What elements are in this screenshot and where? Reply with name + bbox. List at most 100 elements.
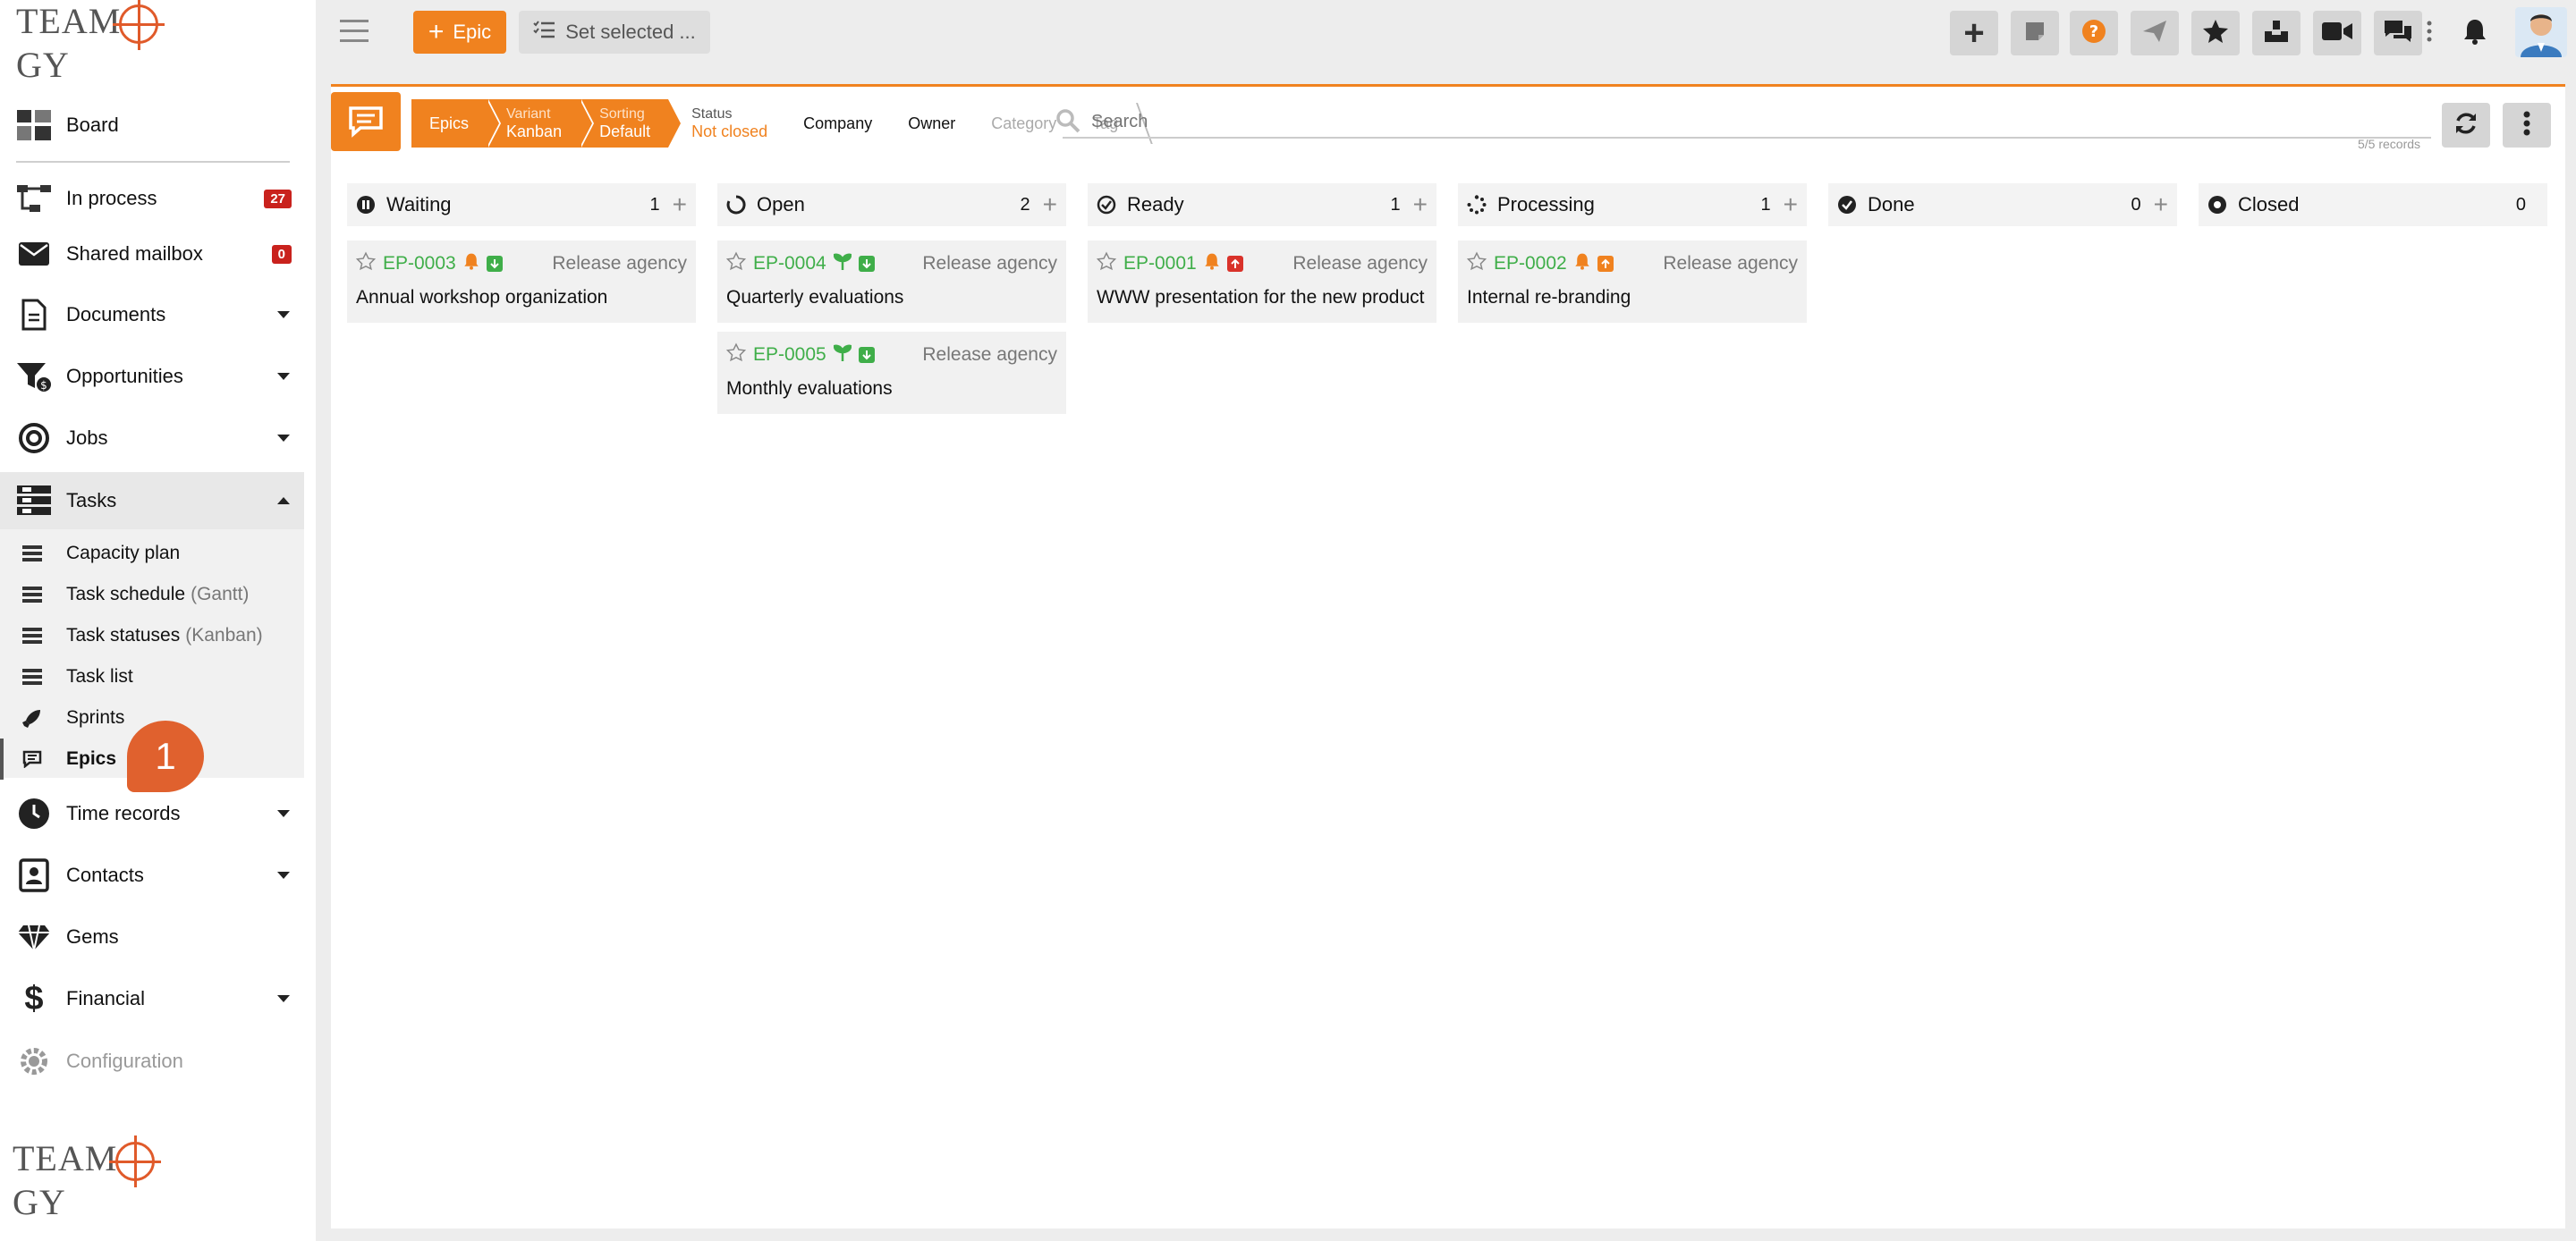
priority-low-icon [486, 256, 503, 272]
add-button[interactable]: + [1950, 11, 1998, 55]
card-code: EP-0002 [1494, 253, 1567, 274]
star-outline-icon[interactable] [1096, 251, 1117, 276]
more-options-button[interactable] [2419, 11, 2440, 55]
panel-menu-button[interactable] [2503, 103, 2551, 148]
sidebar-item-jobs[interactable]: Jobs [0, 409, 304, 467]
inbox-button[interactable] [2252, 11, 2301, 55]
sidebar-item-in-process[interactable]: In process 27 [0, 170, 304, 227]
chevron-down-icon[interactable] [277, 810, 290, 817]
column-title: Waiting [386, 193, 452, 215]
help-button[interactable]: ? [2070, 11, 2118, 55]
bell-icon [1574, 252, 1590, 275]
sidebar-item-tasks[interactable]: Tasks [0, 472, 304, 529]
crumb-status[interactable]: Status Not closed [668, 99, 786, 148]
user-avatar[interactable] [2515, 7, 2567, 57]
sidebar-item-time-records[interactable]: Time records [0, 785, 304, 842]
menu-toggle-button[interactable] [340, 20, 369, 45]
sidebar-item-shared-mailbox[interactable]: Shared mailbox 0 [0, 225, 304, 283]
list-stack-icon [21, 625, 43, 646]
priority-medium-icon [1597, 256, 1614, 272]
send-button[interactable] [2131, 11, 2179, 55]
refresh-button[interactable] [2442, 103, 2490, 148]
bell-icon [2462, 18, 2487, 49]
column-title: Closed [2238, 193, 2300, 215]
card-code: EP-0004 [753, 253, 826, 274]
crumb-status-label: Status [691, 106, 733, 122]
kanban-column-done: Done 0 + [1828, 183, 2177, 226]
sidebar-item-financial[interactable]: $ Financial [0, 970, 304, 1027]
kanban-card[interactable]: EP-0002 Release agency Internal re-brand… [1458, 241, 1807, 323]
add-card-button[interactable]: + [1413, 192, 1428, 217]
list-stack-icon [21, 543, 43, 564]
card-title: Monthly evaluations [726, 378, 893, 399]
crumb-owner[interactable]: Owner [890, 99, 974, 148]
filter-breadcrumb: Epics Variant Kanban Sorting Default Sta… [411, 99, 1137, 148]
sidebar-item-opportunities[interactable]: $ Opportunities [0, 348, 304, 405]
submenu-item-capacity-plan[interactable]: Capacity plan [0, 533, 304, 574]
submenu-item-task-list[interactable]: Task list [0, 656, 304, 697]
kebab-icon [2427, 21, 2432, 46]
card-agency: Release agency [922, 344, 1057, 365]
crumb-company-label: Company [803, 114, 873, 132]
search-bar [1056, 106, 2431, 139]
star-outline-icon[interactable] [725, 342, 747, 367]
kanban-card[interactable]: EP-0001 Release agency WWW presentation … [1088, 241, 1436, 323]
kanban-card[interactable]: EP-0003 Release agency Annual workshop o… [347, 241, 696, 323]
star-outline-icon[interactable] [355, 251, 377, 276]
new-epic-button[interactable]: + Epic [413, 11, 506, 54]
card-title: WWW presentation for the new product [1097, 287, 1425, 308]
video-button[interactable] [2313, 11, 2361, 55]
checklist-icon [533, 21, 555, 44]
submenu-hint: (Gantt) [191, 584, 250, 604]
set-selected-button[interactable]: Set selected ... [519, 11, 710, 54]
funnel-dollar-icon: $ [16, 359, 52, 394]
bell-icon [463, 252, 479, 275]
kanban-card[interactable]: EP-0004 Release agency Quarterly evaluat… [717, 241, 1066, 323]
card-code: EP-0001 [1123, 253, 1197, 274]
star-outline-icon[interactable] [725, 251, 747, 276]
add-card-button[interactable]: + [673, 192, 687, 217]
app-logo[interactable]: TEAMGY [16, 0, 168, 85]
star-outline-icon[interactable] [1466, 251, 1487, 276]
chevron-down-icon[interactable] [277, 872, 290, 879]
add-card-button[interactable]: + [1784, 192, 1798, 217]
column-header: Done 0 + [1828, 183, 2177, 226]
search-input[interactable] [1091, 111, 2431, 132]
column-title: Processing [1497, 193, 1595, 215]
sidebar-item-gems[interactable]: Gems [0, 908, 304, 966]
kanban-card[interactable]: EP-0005 Release agency Monthly evaluatio… [717, 332, 1066, 414]
chevron-down-icon[interactable] [277, 311, 290, 318]
chevron-down-icon[interactable] [277, 435, 290, 442]
column-count: 0 [2515, 194, 2526, 215]
add-card-button[interactable]: + [1043, 192, 1057, 217]
column-header: Waiting 1 + [347, 183, 696, 226]
check-circle-outline-icon [1097, 195, 1116, 215]
notifications-button[interactable] [2451, 11, 2499, 55]
records-count: 5/5 records [2358, 137, 2421, 151]
column-title: Ready [1127, 193, 1184, 215]
sidebar-item-label: Contacts [66, 864, 144, 886]
submenu-item-task-statuses[interactable]: Task statuses (Kanban) [0, 615, 304, 656]
sidebar-item-contacts[interactable]: Contacts [0, 847, 304, 904]
video-icon [2322, 21, 2352, 46]
crumb-company[interactable]: Company [785, 99, 891, 148]
chat-button[interactable] [2374, 11, 2422, 55]
sidebar-item-label: Financial [66, 987, 146, 1009]
chevron-up-icon[interactable] [277, 497, 290, 504]
sidebar-item-board[interactable]: Board [0, 97, 304, 154]
contact-card-icon [16, 857, 52, 893]
card-title: Annual workshop organization [356, 287, 608, 308]
notes-button[interactable] [2011, 11, 2059, 55]
sidebar-item-configuration[interactable]: Configuration [0, 1033, 304, 1090]
crumb-sorting-value: Default [599, 122, 651, 140]
chevron-down-icon[interactable] [277, 995, 290, 1002]
sidebar-item-documents[interactable]: Documents [0, 286, 304, 343]
favorites-button[interactable] [2191, 11, 2240, 55]
sidebar: TEAMGY Board In process 27 Shared mailbo… [0, 0, 316, 1241]
priority-low-icon [858, 347, 875, 363]
submenu-item-task-schedule[interactable]: Task schedule (Gantt) [0, 574, 304, 615]
chevron-down-icon[interactable] [277, 373, 290, 380]
crumb-epics[interactable]: Epics [411, 99, 502, 148]
add-card-button[interactable]: + [2154, 192, 2168, 217]
logo-mark: TEAMGY [13, 1135, 165, 1224]
